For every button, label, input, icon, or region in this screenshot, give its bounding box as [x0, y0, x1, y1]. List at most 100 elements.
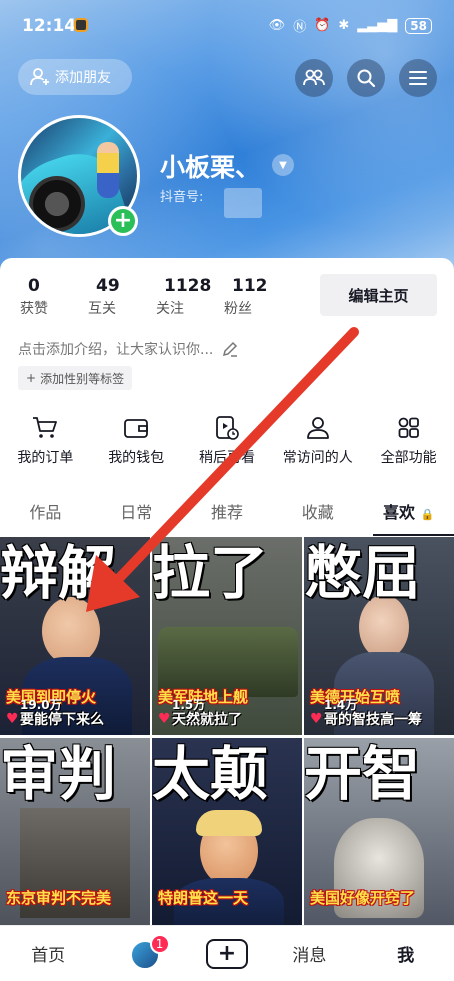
add-friend-label: 添加朋友: [55, 70, 111, 86]
nav-home[interactable]: 首页: [13, 941, 83, 966]
bottom-navigation: 首页 1 + 消息 我: [0, 925, 454, 981]
edit-pencil-icon: [223, 341, 238, 357]
video-like-count: 1.4万: [324, 698, 358, 712]
video-thumbnail[interactable]: 拉了 美军陆地上舰 ♥ 天然就拉了 1.5万: [152, 537, 302, 735]
nfc-icon: Ⓝ: [293, 20, 307, 35]
notification-badge: 1: [149, 933, 170, 954]
douyin-id-redacted: [224, 188, 262, 218]
video-caption: 美国好像开窍了: [310, 889, 416, 907]
video-overlay-title: 审判: [0, 742, 117, 806]
status-bar: 12:14 👁 Ⓝ ⏰ ✱ ▂▃▅▇ 58: [0, 0, 454, 52]
stats-row: 0 获赞 49 互关 1128 关注 112 粉丝: [18, 276, 290, 318]
intro-prompt[interactable]: 点击添加介绍，让大家认识你...: [18, 339, 239, 359]
stat-label: 互关: [88, 301, 116, 317]
tab-favorites[interactable]: 收藏: [272, 498, 363, 536]
func-label: 全部功能: [380, 450, 437, 466]
add-avatar-plus-icon[interactable]: +: [108, 206, 138, 236]
func-frequent-visitors[interactable]: 常访问的人: [273, 413, 363, 467]
eye-icon: 👁: [268, 18, 286, 33]
edit-profile-button[interactable]: 编辑主页: [320, 274, 437, 316]
nav-messages[interactable]: 消息: [274, 941, 344, 966]
battery-icon: 58: [405, 17, 432, 34]
stat-label: 粉丝: [224, 301, 252, 317]
recording-icon: [74, 18, 88, 32]
wallet-icon: [124, 419, 149, 438]
add-friend-button[interactable]: 添加朋友: [18, 59, 132, 95]
video-thumbnail[interactable]: 审判 东京审判不完美: [0, 738, 150, 936]
func-label: 我的订单: [17, 450, 74, 466]
status-icons: 👁 Ⓝ ⏰ ✱ ▂▃▅▇ 58: [269, 16, 432, 35]
video-overlay-title: 开智: [304, 742, 421, 806]
stat-following[interactable]: 1128 关注: [154, 276, 222, 318]
watch-later-icon: [216, 416, 239, 440]
stat-followers[interactable]: 112 粉丝: [222, 276, 290, 318]
add-person-icon: [30, 68, 49, 86]
stat-value: 49: [96, 276, 120, 296]
nickname: 小板栗、: [160, 153, 261, 182]
alarm-icon: ⏰: [314, 18, 331, 33]
func-my-orders[interactable]: 我的订单: [0, 413, 90, 467]
heart-icon: ♥: [158, 711, 171, 727]
video-overlay-title: 太颠: [152, 742, 269, 806]
plus-icon: +: [217, 940, 237, 966]
func-all-functions[interactable]: 全部功能: [364, 413, 454, 467]
tab-likes[interactable]: 喜欢 🔒: [363, 498, 454, 536]
nav-friends[interactable]: 1: [110, 933, 180, 974]
douyin-id-label: 抖音号:: [160, 190, 204, 205]
hamburger-menu-icon: [409, 71, 427, 85]
stat-value: 0: [28, 276, 40, 296]
video-caption: 东京审判不完美: [6, 889, 112, 907]
tab-works[interactable]: 作品: [0, 498, 91, 536]
friends-icon: [303, 69, 325, 86]
profile-card: 0 获赞 49 互关 1128 关注 112 粉丝 编辑主页 点击添加介绍，让大…: [0, 258, 454, 981]
func-label: 常访问的人: [282, 450, 353, 466]
account-switch-chevron-icon[interactable]: ▼: [272, 154, 294, 176]
video-thumbnail[interactable]: 开智 美国好像开窍了: [304, 738, 454, 936]
heart-icon: ♥: [310, 711, 323, 727]
video-overlay-title: 憋屈: [304, 541, 421, 605]
grid-icon: [398, 417, 419, 438]
func-watch-later[interactable]: 稍后再看: [182, 413, 272, 467]
cart-icon: [33, 417, 58, 438]
plus-icon: +: [26, 371, 37, 385]
lock-icon: 🔒: [420, 508, 435, 521]
create-post-button[interactable]: +: [205, 938, 248, 969]
func-label: 我的钱包: [108, 450, 165, 466]
stat-label: 关注: [156, 301, 184, 317]
func-my-wallet[interactable]: 我的钱包: [91, 413, 181, 467]
search-icon: [357, 69, 376, 88]
add-tag-label: 添加性别等标签: [40, 371, 125, 386]
heart-icon: ♥: [6, 711, 19, 727]
stat-value: 1128: [164, 276, 212, 296]
bluetooth-icon: ✱: [338, 18, 350, 33]
hair-shape: [196, 810, 262, 836]
stat-value: 112: [232, 276, 268, 296]
menu-button[interactable]: [399, 59, 437, 97]
nav-me[interactable]: 我: [371, 941, 441, 966]
stat-likes[interactable]: 0 获赞: [18, 276, 86, 318]
liked-videos-grid: 辩解 美国到即停火 ♥ 要能停下来么 19.0万 拉了 美军陆地上舰 ♥ 天然就…: [0, 537, 454, 936]
video-like-count: 19.0万: [20, 698, 62, 712]
video-caption: 特朗普这一天: [158, 889, 249, 907]
signal-icon: ▂▃▅▇: [357, 18, 398, 33]
friends-button[interactable]: [295, 59, 333, 97]
stat-label: 获赞: [20, 301, 48, 317]
video-thumbnail[interactable]: 辩解 美国到即停火 ♥ 要能停下来么 19.0万: [0, 537, 150, 735]
stat-mutual[interactable]: 49 互关: [86, 276, 154, 318]
func-label: 稍后再看: [198, 450, 255, 466]
quick-functions: 我的订单 我的钱包 稍后再看 常访问的人 全部功能: [0, 413, 454, 467]
person-icon: [306, 417, 329, 439]
add-tag-button[interactable]: + 添加性别等标签: [18, 366, 133, 390]
video-thumbnail[interactable]: 太颠 特朗普这一天: [152, 738, 302, 936]
search-button[interactable]: [347, 59, 385, 97]
intro-text: 点击添加介绍，让大家认识你...: [18, 342, 214, 358]
tab-daily[interactable]: 日常: [91, 498, 182, 536]
tab-recommend[interactable]: 推荐: [182, 498, 273, 536]
status-time: 12:14: [22, 16, 77, 36]
video-thumbnail[interactable]: 憋屈 美德开始互喷 ♥ 哥的智技高一筹 1.4万: [304, 537, 454, 735]
video-overlay-title: 辩解: [0, 541, 117, 605]
content-tabs: 作品 日常 推荐 收藏 喜欢 🔒: [0, 498, 454, 536]
video-overlay-title: 拉了: [152, 541, 269, 605]
tab-likes-label: 喜欢: [382, 503, 415, 522]
video-like-count: 1.5万: [172, 698, 206, 712]
